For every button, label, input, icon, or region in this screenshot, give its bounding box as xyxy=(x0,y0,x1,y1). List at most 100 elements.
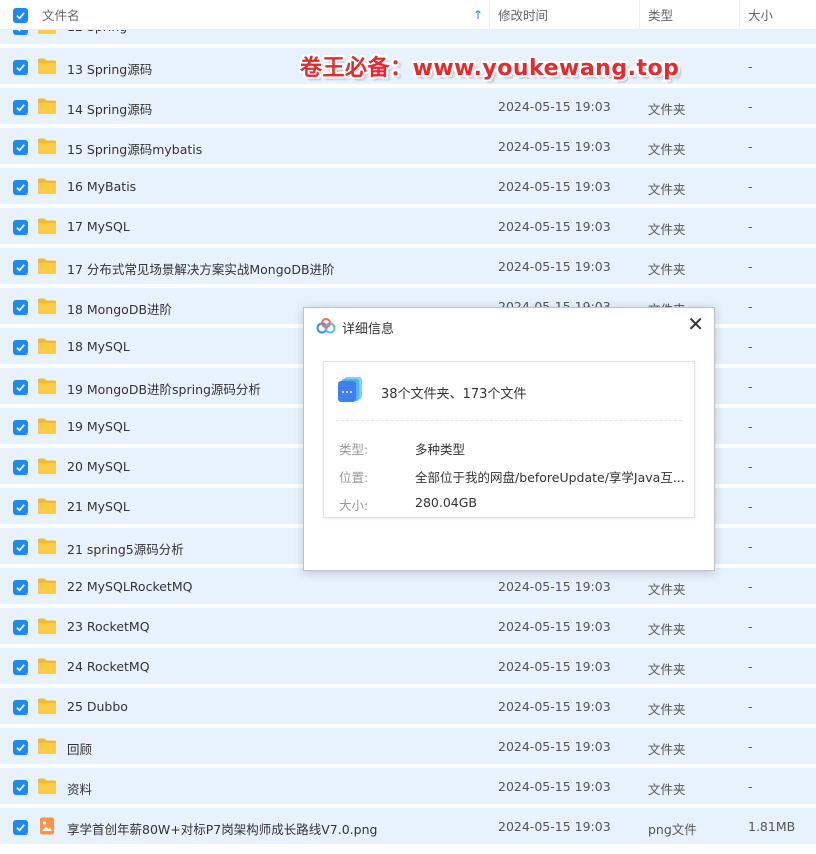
file-modified-time: 2024-05-15 19:03 xyxy=(498,579,611,594)
file-name[interactable]: 22 MySQLRocketMQ xyxy=(67,579,192,594)
file-size: - xyxy=(748,779,753,794)
file-row[interactable]: 17 分布式常见场景解决方案实战MongoDB进阶 2024-05-15 19:0… xyxy=(0,248,816,286)
file-row[interactable]: 14 Spring源码 2024-05-15 19:03 文件夹 - xyxy=(0,88,816,126)
folder-icon xyxy=(38,778,56,794)
row-checkbox[interactable] xyxy=(13,820,28,835)
file-row[interactable]: 24 RocketMQ 2024-05-15 19:03 文件夹 - xyxy=(0,648,816,686)
file-name[interactable]: 12 Spring xyxy=(67,30,127,34)
file-size: - xyxy=(748,739,753,754)
file-row[interactable]: 17 MySQL 2024-05-15 19:03 文件夹 - xyxy=(0,208,816,246)
file-size: - xyxy=(748,139,753,154)
check-icon xyxy=(16,304,25,312)
file-modified-time: 2024-05-15 19:03 xyxy=(498,99,611,114)
check-icon xyxy=(16,664,25,672)
file-row[interactable]: 资料 2024-05-15 19:03 文件夹 - xyxy=(0,768,816,806)
file-name[interactable]: 享学首创年薪80W+对标P7岗架构师成长路线V7.0.png xyxy=(67,819,377,838)
row-checkbox[interactable] xyxy=(13,540,28,555)
row-checkbox[interactable] xyxy=(13,380,28,395)
file-name[interactable]: 25 Dubbo xyxy=(67,699,128,714)
file-name[interactable]: 21 spring5源码分析 xyxy=(67,539,184,558)
row-checkbox[interactable] xyxy=(13,460,28,475)
file-name[interactable]: 24 RocketMQ xyxy=(67,659,150,674)
column-header-name[interactable]: 文件名 ↑ xyxy=(0,0,490,30)
folder-icon xyxy=(38,738,56,754)
row-checkbox[interactable] xyxy=(13,580,28,595)
row-checkbox[interactable] xyxy=(13,420,28,435)
file-row[interactable]: 15 Spring源码mybatis 2024-05-15 19:03 文件夹 - xyxy=(0,128,816,166)
file-modified-time: 2024-05-15 19:03 xyxy=(498,179,611,194)
file-row[interactable]: 22 MySQLRocketMQ 2024-05-15 19:03 文件夹 - xyxy=(0,568,816,606)
file-row[interactable]: 享学首创年薪80W+对标P7岗架构师成长路线V7.0.png 2024-05-15… xyxy=(0,808,816,846)
close-icon[interactable]: ✕ xyxy=(687,312,704,336)
folder-icon xyxy=(38,578,56,594)
row-checkbox[interactable] xyxy=(13,260,28,275)
file-name[interactable]: 20 MySQL xyxy=(67,459,130,474)
file-row[interactable]: 23 RocketMQ 2024-05-15 19:03 文件夹 - xyxy=(0,608,816,646)
folder-icon xyxy=(38,30,56,34)
details-dialog-title: 详细信息 xyxy=(342,322,395,337)
file-name[interactable]: 回顾 xyxy=(67,739,92,758)
file-row[interactable]: 12 Spring xyxy=(0,30,816,46)
check-icon xyxy=(16,104,25,112)
row-checkbox[interactable] xyxy=(13,30,28,35)
row-checkbox[interactable] xyxy=(13,140,28,155)
multiple-files-icon xyxy=(338,377,362,402)
column-header-size[interactable]: 大小 xyxy=(740,0,816,30)
row-checkbox[interactable] xyxy=(13,180,28,195)
file-name[interactable]: 18 MongoDB进阶 xyxy=(67,299,172,318)
check-icon xyxy=(16,344,25,352)
row-checkbox[interactable] xyxy=(13,220,28,235)
file-modified-time: 2024-05-15 19:03 xyxy=(498,699,611,714)
file-type: 文件夹 xyxy=(648,582,686,597)
file-name[interactable]: 13 Spring源码 xyxy=(67,59,152,78)
column-header-time[interactable]: 修改时间 xyxy=(490,0,640,30)
folder-icon xyxy=(38,698,56,714)
folder-icon xyxy=(38,298,56,314)
column-header-size-label: 大小 xyxy=(748,8,774,23)
file-type: 文件夹 xyxy=(648,702,686,717)
file-name[interactable]: 17 MySQL xyxy=(67,219,130,234)
file-name[interactable]: 19 MySQL xyxy=(67,419,130,434)
row-checkbox[interactable] xyxy=(13,780,28,795)
file-name[interactable]: 23 RocketMQ xyxy=(67,619,150,634)
row-checkbox[interactable] xyxy=(13,660,28,675)
row-checkbox[interactable] xyxy=(13,700,28,715)
file-row[interactable]: 16 MyBatis 2024-05-15 19:03 文件夹 - xyxy=(0,168,816,206)
folder-icon xyxy=(38,178,56,194)
column-header-type[interactable]: 类型 xyxy=(640,0,740,30)
file-name[interactable]: 18 MySQL xyxy=(67,339,130,354)
row-checkbox[interactable] xyxy=(13,340,28,355)
location-value: 全部位于我的网盘/beforeUpdate/享学Java互... xyxy=(415,470,685,485)
file-name[interactable]: 17 分布式常见场景解决方案实战MongoDB进阶 xyxy=(67,259,335,278)
row-checkbox[interactable] xyxy=(13,740,28,755)
file-size: - xyxy=(748,499,753,514)
row-checkbox[interactable] xyxy=(13,620,28,635)
folder-icon xyxy=(38,618,56,634)
details-dialog: 详细信息 ✕ 38个文件夹、173个文件 类型: 多种类型 位置: 全部位于我的… xyxy=(303,307,715,571)
check-icon xyxy=(16,184,25,192)
divider xyxy=(336,420,682,421)
file-modified-time: 2024-05-15 19:03 xyxy=(498,739,611,754)
sort-ascending-icon[interactable]: ↑ xyxy=(473,8,483,22)
file-name[interactable]: 15 Spring源码mybatis xyxy=(67,139,202,158)
row-checkbox[interactable] xyxy=(13,100,28,115)
file-type: 文件夹 xyxy=(648,142,686,157)
file-name[interactable]: 16 MyBatis xyxy=(67,179,136,194)
folder-icon xyxy=(38,138,56,154)
location-label: 位置: xyxy=(339,470,369,485)
check-icon xyxy=(16,144,25,152)
check-icon xyxy=(16,584,25,592)
file-size: - xyxy=(748,219,753,234)
file-row[interactable]: 25 Dubbo 2024-05-15 19:03 文件夹 - xyxy=(0,688,816,726)
file-modified-time: 2024-05-15 19:03 xyxy=(498,779,611,794)
row-checkbox[interactable] xyxy=(13,300,28,315)
file-name[interactable]: 14 Spring源码 xyxy=(67,99,152,118)
row-checkbox[interactable] xyxy=(13,500,28,515)
file-name[interactable]: 21 MySQL xyxy=(67,499,130,514)
file-name[interactable]: 19 MongoDB进阶spring源码分析 xyxy=(67,379,261,398)
file-row[interactable]: 回顾 2024-05-15 19:03 文件夹 - xyxy=(0,728,816,766)
file-name[interactable]: 资料 xyxy=(67,779,92,798)
folder-icon xyxy=(38,258,56,274)
check-icon xyxy=(16,64,25,72)
row-checkbox[interactable] xyxy=(13,60,28,75)
